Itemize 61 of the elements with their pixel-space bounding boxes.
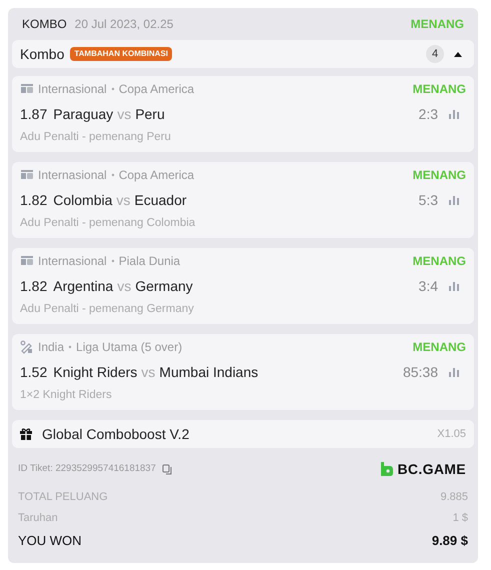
odds-value: 1.52 xyxy=(20,362,48,382)
total-value: 9.89 $ xyxy=(432,532,468,550)
league-label: Piala Dunia xyxy=(118,253,180,270)
ticket-id: ID Tiket: 2293529957416181837 xyxy=(18,462,156,476)
total-value: 9.885 xyxy=(440,490,468,505)
match-score: 2:3 xyxy=(418,104,438,124)
versus-label: vs xyxy=(117,104,132,124)
match-score: 3:4 xyxy=(418,276,438,296)
team-name: Colombia xyxy=(53,190,112,210)
brand-name: BC.GAME xyxy=(397,460,466,478)
odds-value: 1.87 xyxy=(20,104,48,124)
total-label: YOU WON xyxy=(18,532,82,550)
stats-icon[interactable] xyxy=(448,195,460,205)
stats-icon[interactable] xyxy=(448,109,460,119)
stats-icon[interactable] xyxy=(448,281,460,291)
league-label: Copa America xyxy=(118,81,194,98)
combo-title: Kombo xyxy=(20,44,64,64)
combo-badge: TAMBAHAN KOMBINASI xyxy=(70,47,172,61)
team-name: Ecuador xyxy=(134,190,187,210)
market-label: Adu Penalti - pemenang Peru xyxy=(20,130,171,144)
boost-multiplier: X1.05 xyxy=(437,426,466,442)
leg-count: 4 xyxy=(426,45,444,63)
bet-date: 20 Jul 2023, 02.25 xyxy=(74,16,174,33)
match-score: 5:3 xyxy=(418,190,438,210)
team-name: Argentina xyxy=(53,276,114,296)
odds-value: 1.82 xyxy=(20,276,48,296)
caret-icon[interactable] xyxy=(454,51,462,57)
brand-logo-icon xyxy=(381,462,394,476)
team-name: Knight Riders xyxy=(53,362,138,382)
category-label: India xyxy=(38,339,64,356)
match-score: 85:38 xyxy=(402,362,438,382)
result-label: MENANG xyxy=(412,81,466,98)
total-label: TOTAL PELUANG xyxy=(18,490,108,505)
bet-type: KOMBO xyxy=(22,16,67,33)
category-label: Internasional xyxy=(38,253,107,270)
stats-icon[interactable] xyxy=(448,367,460,377)
gift-icon xyxy=(20,428,32,440)
combo-header[interactable]: Kombo TAMBAHAN KOMBINASI 4 xyxy=(12,40,474,68)
result-label: MENANG xyxy=(412,339,466,356)
league-label: Liga Utama (5 over) xyxy=(76,339,182,356)
boost-title: Global Comboboost V.2 xyxy=(42,424,190,444)
versus-label: vs xyxy=(117,276,132,296)
category-label: Internasional xyxy=(38,81,107,98)
result-label: MENANG xyxy=(412,253,466,270)
team-name: Peru xyxy=(135,104,165,124)
copy-icon[interactable] xyxy=(162,464,173,474)
market-label: Adu Penalti - pemenang Germany xyxy=(20,302,194,316)
odds-value: 1.82 xyxy=(20,190,48,210)
category-label: Internasional xyxy=(38,167,107,184)
versus-label: vs xyxy=(116,190,130,210)
market-label: 1×2 Knight Riders xyxy=(20,388,112,402)
league-label: Copa America xyxy=(118,167,194,184)
total-label: Taruhan xyxy=(18,510,58,526)
versus-label: vs xyxy=(141,362,156,382)
result-label: MENANG xyxy=(412,167,466,184)
market-label: Adu Penalti - pemenang Colombia xyxy=(20,216,196,230)
total-value: 1 $ xyxy=(452,510,468,526)
status-label: MENANG xyxy=(410,16,464,33)
team-name: Paraguay xyxy=(53,104,114,124)
team-name: Mumbai Indians xyxy=(159,362,258,382)
team-name: Germany xyxy=(135,276,193,296)
